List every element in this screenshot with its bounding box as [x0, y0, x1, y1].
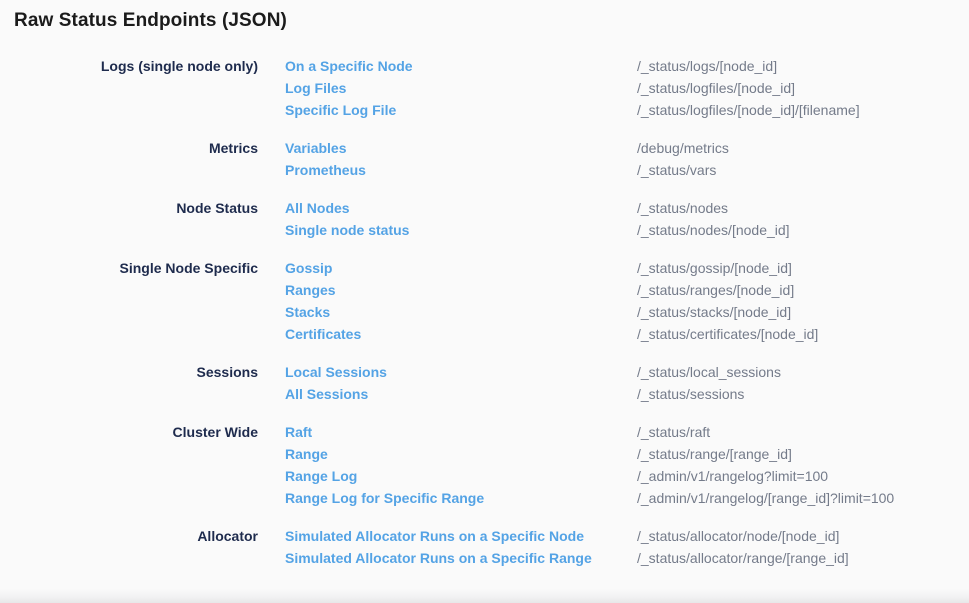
footer-strip — [0, 589, 969, 603]
endpoint-link[interactable]: Local Sessions — [285, 361, 387, 383]
debug-endpoints-page: Raw Status Endpoints (JSON) Logs (single… — [0, 0, 969, 603]
endpoint-path: /_status/logfiles/[node_id]/[filename] — [637, 99, 860, 121]
endpoint-link[interactable]: Simulated Allocator Runs on a Specific R… — [285, 547, 592, 569]
path-column: /_status/allocator/node/[node_id]/_statu… — [637, 525, 849, 569]
endpoint-link[interactable]: Raft — [285, 421, 312, 443]
endpoint-link[interactable]: Range — [285, 443, 328, 465]
link-column: RaftRangeRange LogRange Log for Specific… — [285, 421, 637, 509]
endpoint-group: Logs (single node only) On a Specific No… — [0, 55, 969, 121]
link-column: On a Specific NodeLog FilesSpecific Log … — [285, 55, 637, 121]
endpoint-link[interactable]: All Sessions — [285, 383, 368, 405]
endpoint-group: Sessions Local SessionsAll Sessions /_st… — [0, 361, 969, 405]
endpoint-path: /_status/raft — [637, 421, 894, 443]
endpoint-path: /_admin/v1/rangelog?limit=100 — [637, 465, 894, 487]
endpoint-path: /_status/gossip/[node_id] — [637, 257, 818, 279]
endpoint-link[interactable]: Single node status — [285, 219, 409, 241]
endpoint-path: /_status/range/[range_id] — [637, 443, 894, 465]
endpoint-path: /_status/vars — [637, 159, 729, 181]
category-label: Cluster Wide — [0, 421, 258, 443]
path-column: /_status/nodes/_status/nodes/[node_id] — [637, 197, 790, 241]
link-column: Simulated Allocator Runs on a Specific N… — [285, 525, 637, 569]
category-label: Single Node Specific — [0, 257, 258, 279]
endpoint-group: Cluster Wide RaftRangeRange LogRange Log… — [0, 421, 969, 509]
link-column: All NodesSingle node status — [285, 197, 637, 241]
endpoint-path: /_admin/v1/rangelog/[range_id]?limit=100 — [637, 487, 894, 509]
endpoint-path: /_status/local_sessions — [637, 361, 781, 383]
category-label: Metrics — [0, 137, 258, 159]
endpoint-link[interactable]: Range Log for Specific Range — [285, 487, 484, 509]
endpoint-link[interactable]: Range Log — [285, 465, 357, 487]
endpoint-group: Metrics VariablesPrometheus /debug/metri… — [0, 137, 969, 181]
category-label: Allocator — [0, 525, 258, 547]
page-title: Raw Status Endpoints (JSON) — [14, 10, 287, 32]
endpoint-link[interactable]: Ranges — [285, 279, 336, 301]
endpoint-path: /_status/nodes/[node_id] — [637, 219, 790, 241]
endpoint-path: /_status/logs/[node_id] — [637, 55, 860, 77]
endpoint-path: /_status/ranges/[node_id] — [637, 279, 818, 301]
endpoint-path: /_status/certificates/[node_id] — [637, 323, 818, 345]
link-column: GossipRangesStacksCertificates — [285, 257, 637, 345]
endpoint-link[interactable]: Variables — [285, 137, 347, 159]
endpoint-link[interactable]: Gossip — [285, 257, 332, 279]
endpoint-link[interactable]: All Nodes — [285, 197, 350, 219]
path-column: /_status/gossip/[node_id]/_status/ranges… — [637, 257, 818, 345]
endpoint-path: /_status/allocator/node/[node_id] — [637, 525, 849, 547]
endpoint-group: Single Node Specific GossipRangesStacksC… — [0, 257, 969, 345]
endpoint-link[interactable]: Specific Log File — [285, 99, 396, 121]
endpoint-path: /debug/metrics — [637, 137, 729, 159]
endpoint-groups: Logs (single node only) On a Specific No… — [0, 55, 969, 585]
endpoint-path: /_status/allocator/range/[range_id] — [637, 547, 849, 569]
category-label: Logs (single node only) — [0, 55, 258, 77]
category-label: Node Status — [0, 197, 258, 219]
link-column: Local SessionsAll Sessions — [285, 361, 637, 405]
endpoint-link[interactable]: Simulated Allocator Runs on a Specific N… — [285, 525, 584, 547]
endpoint-path: /_status/nodes — [637, 197, 790, 219]
endpoint-path: /_status/sessions — [637, 383, 781, 405]
category-label: Sessions — [0, 361, 258, 383]
endpoint-path: /_status/logfiles/[node_id] — [637, 77, 860, 99]
path-column: /_status/logs/[node_id]/_status/logfiles… — [637, 55, 860, 121]
path-column: /debug/metrics/_status/vars — [637, 137, 729, 181]
link-column: VariablesPrometheus — [285, 137, 637, 181]
path-column: /_status/raft/_status/range/[range_id]/_… — [637, 421, 894, 509]
endpoint-link[interactable]: On a Specific Node — [285, 55, 413, 77]
endpoint-path: /_status/stacks/[node_id] — [637, 301, 818, 323]
endpoint-link[interactable]: Log Files — [285, 77, 346, 99]
endpoint-link[interactable]: Prometheus — [285, 159, 366, 181]
endpoint-group: Node Status All NodesSingle node status … — [0, 197, 969, 241]
endpoint-group: Allocator Simulated Allocator Runs on a … — [0, 525, 969, 569]
endpoint-link[interactable]: Certificates — [285, 323, 361, 345]
path-column: /_status/local_sessions/_status/sessions — [637, 361, 781, 405]
endpoint-link[interactable]: Stacks — [285, 301, 330, 323]
